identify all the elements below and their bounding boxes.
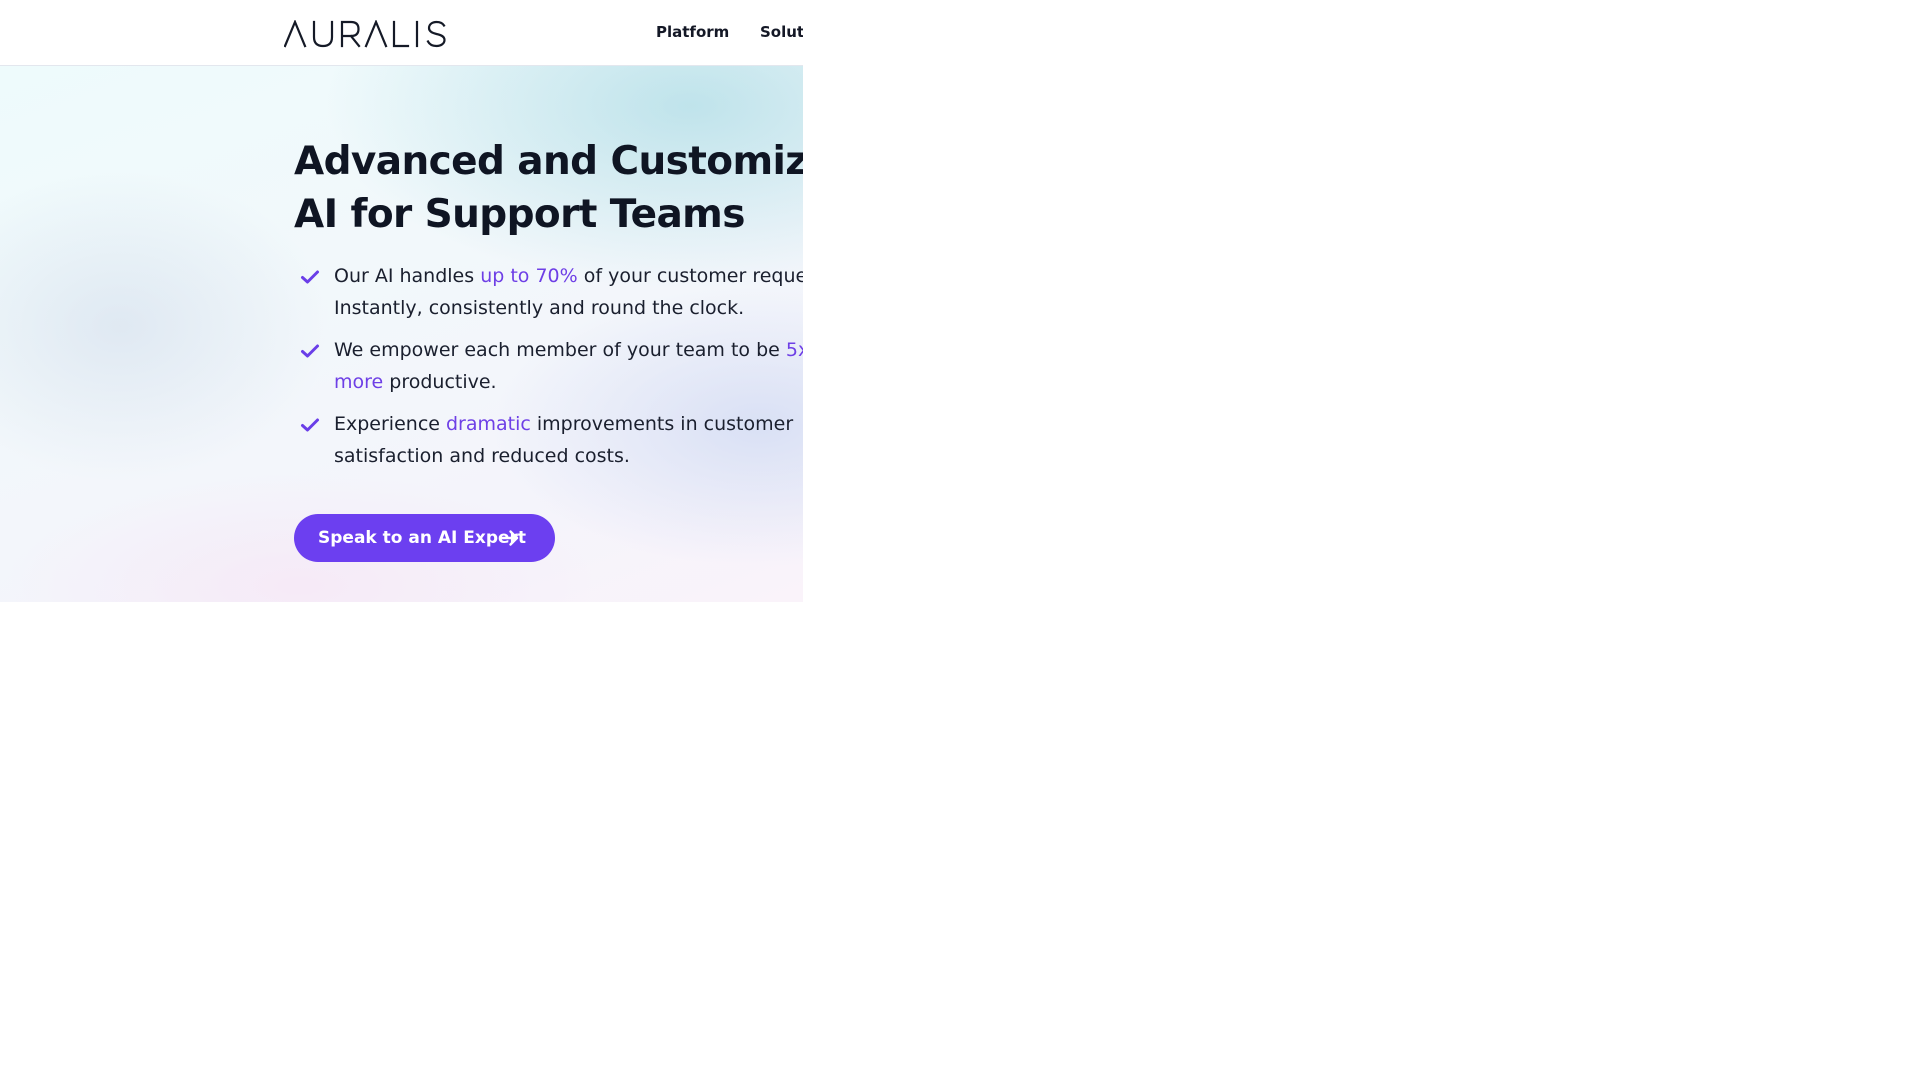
logo-wordmark-icon: [284, 20, 446, 48]
feature-highlight: up to 70%: [480, 265, 578, 287]
feature-text: Experience dramatic improvements in cust…: [334, 408, 803, 472]
feature-line: more productive.: [334, 366, 803, 398]
feature-line: Experience dramatic improvements in cust…: [334, 408, 803, 440]
check-icon: [301, 344, 319, 358]
nav-link-solutions[interactable]: Soluti: [760, 23, 803, 41]
feature-text-segment: productive.: [383, 371, 497, 393]
feature-highlight: dramatic: [446, 413, 531, 435]
speak-to-expert-button[interactable]: Speak to an AI Expert: [294, 514, 555, 562]
feature-highlight: 5x: [785, 339, 803, 361]
auralis-logo[interactable]: [284, 20, 450, 48]
feature-line: Instantly, consistently and round the cl…: [334, 297, 745, 319]
nav-link-platform[interactable]: Platform: [656, 23, 729, 41]
hero-title-line-1: Advanced and Customized: [294, 139, 803, 184]
top-navbar: Platform Soluti: [0, 0, 803, 66]
feature-text-segment: Our AI handles: [334, 265, 481, 287]
check-icon: [301, 418, 319, 432]
feature-text-segment: We empower each member of your team to b…: [334, 339, 786, 361]
feature-text-segment: Experience: [334, 413, 446, 435]
feature-text-segment: improvements in customer: [530, 413, 794, 435]
feature-line: We empower each member of your team to b…: [334, 334, 803, 366]
check-icon: [301, 270, 319, 284]
arrow-right-icon: [500, 530, 519, 546]
feature-text: Our AI handles up to 70% of your custome…: [334, 260, 803, 324]
browser-viewport: Platform Soluti Advanced and Customized …: [0, 0, 803, 602]
hero-title: Advanced and Customized AI for Support T…: [294, 135, 803, 241]
feature-highlight: more: [334, 371, 384, 393]
hero-title-line-2: AI for Support Teams: [294, 192, 745, 237]
feature-line: satisfaction and reduced costs.: [334, 445, 630, 467]
cta-label: Speak to an AI Expert: [318, 528, 527, 548]
feature-text: We empower each member of your team to b…: [334, 334, 803, 398]
hero-section: Advanced and Customized AI for Support T…: [0, 66, 803, 602]
feature-text-segment: of your customer requests.: [583, 265, 803, 287]
feature-line: Our AI handles up to 70% of your custome…: [334, 260, 803, 292]
